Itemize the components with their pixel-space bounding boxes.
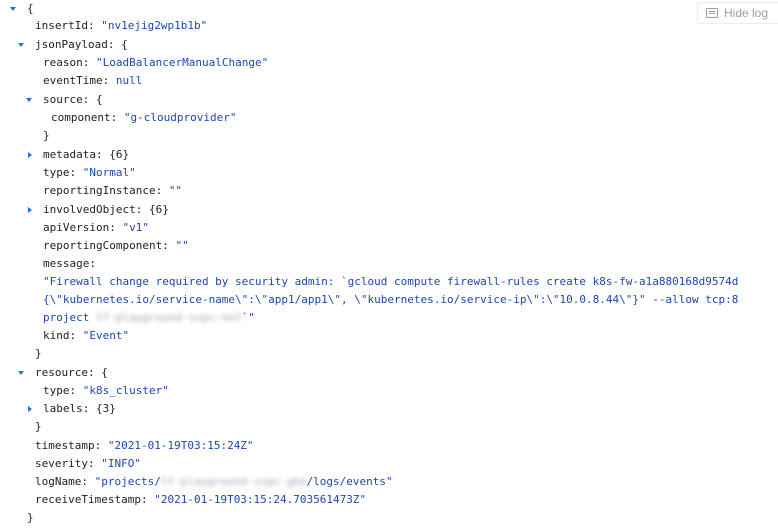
involvedObject-expand-toggle[interactable] [28, 207, 32, 213]
log-field-resource: resource: { [35, 366, 108, 379]
redacted-project-id: tf-playground-svpc-gke [160, 475, 307, 488]
log-field-kind: kind: "Event" [43, 329, 130, 342]
root-open-brace: { [27, 2, 34, 15]
log-field-jsonPayload: jsonPayload: { [35, 38, 128, 51]
log-field-apiVersion: apiVersion: "v1" [43, 221, 149, 234]
hide-log-button[interactable]: Hide log [697, 2, 778, 24]
log-field-timestamp: timestamp: "2021-01-19T03:15:24Z" [35, 439, 254, 452]
log-field-insertId: insertId: "nv1ejig2wp1b1b" [35, 19, 208, 32]
jsonPayload-collapse-toggle[interactable] [18, 43, 24, 47]
log-field-component: component: "g-cloudprovider" [51, 111, 237, 124]
resource-collapse-toggle[interactable] [18, 371, 24, 375]
log-field-receiveTimestamp: receiveTimestamp: "2021-01-19T03:15:24.7… [35, 493, 367, 506]
log-field-eventTime: eventTime: null [43, 74, 143, 87]
jsonPayload-close-brace: } [35, 347, 42, 360]
hide-log-label: Hide log [724, 6, 769, 20]
source-collapse-toggle[interactable] [26, 98, 32, 102]
message-line-2: {\"kubernetes.io/service-name\":\"app1/a… [43, 293, 739, 306]
log-field-reason: reason: "LoadBalancerManualChange" [43, 56, 269, 69]
redacted-project-id: tf-playground-svpc-net [95, 311, 242, 324]
root-close-brace: } [27, 511, 34, 524]
log-field-type: type: "Normal" [43, 166, 136, 179]
message-line-1: "Firewall change required by security ad… [43, 275, 739, 288]
source-close-brace: } [43, 129, 50, 142]
log-field-metadata: metadata: {6} [43, 148, 130, 161]
log-field-involvedObject: involvedObject: {6} [43, 203, 169, 216]
log-icon [706, 8, 718, 18]
log-field-resource-type: type: "k8s_cluster" [43, 384, 169, 397]
log-field-severity: severity: "INFO" [35, 457, 141, 470]
log-field-message: message: [43, 257, 96, 270]
message-line-3: project tf-playground-svpc-net`" [43, 311, 255, 324]
log-field-reportingInstance: reportingInstance: "" [43, 184, 183, 197]
labels-expand-toggle[interactable] [28, 406, 32, 412]
log-field-logName: logName: "projects/tf-playground-svpc-gk… [35, 475, 393, 488]
root-collapse-toggle[interactable] [10, 7, 16, 11]
log-field-reportingComponent: reportingComponent: "" [43, 239, 189, 252]
log-field-labels: labels: {3} [43, 402, 116, 415]
metadata-expand-toggle[interactable] [28, 152, 32, 158]
resource-close-brace: } [35, 420, 42, 433]
log-field-source: source: { [43, 93, 103, 106]
